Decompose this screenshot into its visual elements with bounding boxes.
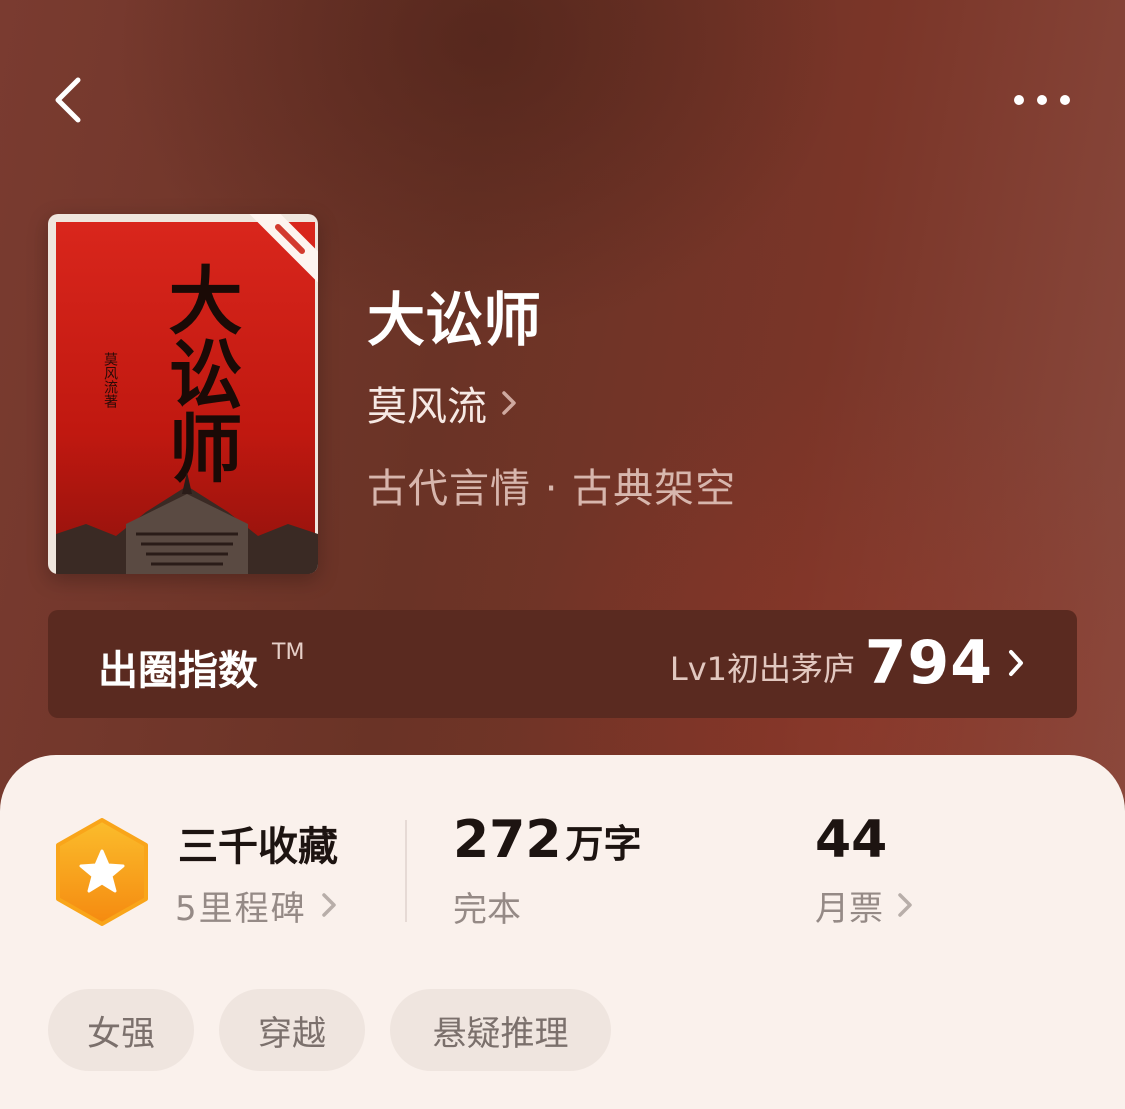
tag-chip[interactable]: 女强 (48, 989, 194, 1071)
cover-author: 莫风流著 (102, 352, 118, 408)
tag-chip[interactable]: 悬疑推理 (390, 989, 611, 1071)
word-count-number: 272 (453, 810, 562, 870)
author-link[interactable]: 莫风流 (367, 375, 517, 431)
back-button[interactable] (40, 70, 100, 130)
index-label: 出圈指数 (98, 648, 258, 694)
book-title: 大讼师 (367, 286, 542, 354)
chevron-right-icon (502, 391, 516, 415)
author-name: 莫风流 (367, 384, 487, 430)
word-count-unit: 万字 (565, 822, 642, 866)
more-horizontal-icon (1014, 95, 1070, 105)
chevron-left-icon (55, 77, 81, 123)
book-genre: 古代言情 · 古典架空 (367, 466, 737, 512)
trademark-mark: TM (272, 640, 305, 665)
star-badge-icon (56, 818, 148, 926)
more-options-button[interactable] (1005, 75, 1079, 125)
stat-divider (405, 820, 407, 922)
cover-title: 大讼师 (156, 262, 242, 484)
chevron-right-icon (1009, 650, 1023, 676)
index-level: Lv1初出茅庐 (669, 650, 855, 688)
tag-chip[interactable]: 穿越 (219, 989, 365, 1071)
popularity-index-bar[interactable]: 出圈指数 TM Lv1初出茅庐 794 (48, 610, 1077, 718)
chevron-right-icon (898, 893, 912, 917)
monthly-ticket-label: 月票 (815, 888, 883, 929)
index-score: 794 (864, 628, 993, 698)
chevron-right-icon (321, 893, 336, 917)
completion-status: 完本 (453, 890, 521, 930)
cover-art: 大讼师 莫风流著 (56, 222, 318, 574)
word-count: 272 万字 (453, 810, 642, 874)
cover-temple-illustration (56, 472, 318, 574)
milestone-link[interactable]: 5里程碑 (175, 880, 337, 930)
book-cover[interactable]: 大讼师 莫风流著 (48, 214, 318, 574)
monthly-ticket-count: 44 (815, 810, 888, 870)
milestone-count: 5里程碑 (175, 888, 307, 929)
collection-milestone-title: 三千收藏 (178, 824, 338, 870)
monthly-ticket-link[interactable]: 月票 (815, 880, 913, 930)
